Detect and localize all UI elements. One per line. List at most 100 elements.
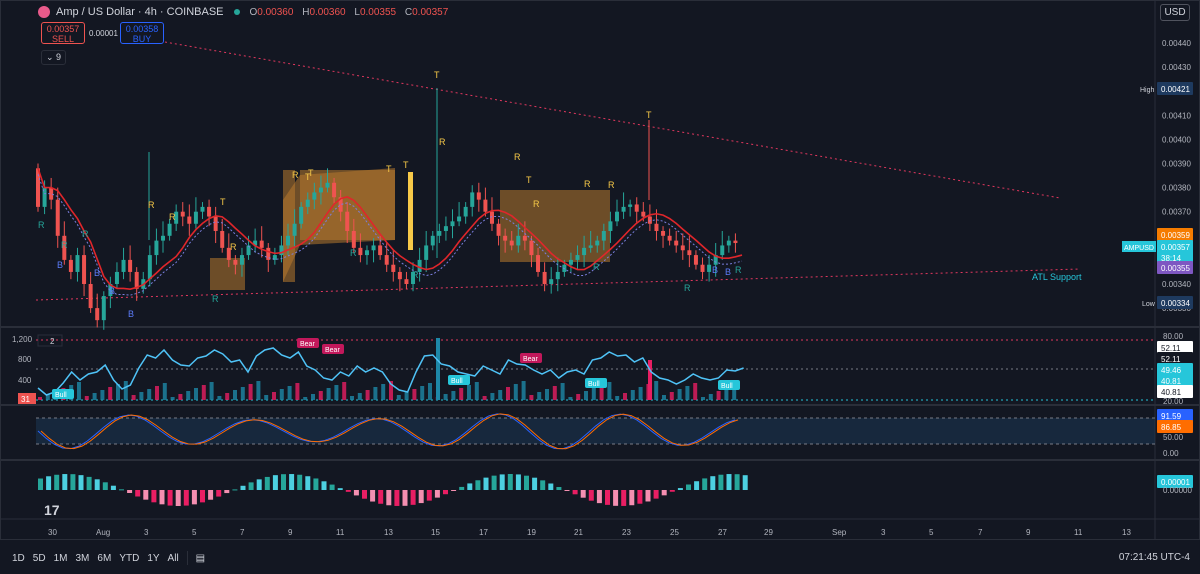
- ind1-tag: 52.11: [1161, 355, 1181, 364]
- time-tick-label: 29: [764, 528, 773, 537]
- volume-bar: [669, 392, 674, 400]
- volume-bar: [693, 383, 698, 400]
- time-tick-label: 5: [929, 528, 934, 537]
- macd-histogram-bar: [143, 490, 149, 500]
- ind1-tick: 1,200: [12, 335, 33, 344]
- macd-histogram-bar: [272, 475, 278, 490]
- volume-bar: [654, 381, 659, 400]
- tradingview-logo-icon: 17: [44, 502, 60, 518]
- buy-marker: B: [712, 265, 718, 275]
- timeframe-ytd[interactable]: YTD: [119, 553, 139, 564]
- candle-body: [364, 250, 369, 256]
- volume-bar: [373, 387, 378, 400]
- sell-button[interactable]: 0.00357 SELL: [41, 22, 85, 44]
- volume-bar: [474, 382, 479, 400]
- ind1-tick: 800: [18, 355, 32, 364]
- macd-histogram-bar: [313, 478, 319, 490]
- timeframe-1m[interactable]: 1M: [54, 553, 68, 564]
- candle-body: [450, 221, 455, 227]
- macd-histogram-bar: [297, 474, 303, 490]
- time-tick-label: 21: [574, 528, 583, 537]
- price-tick-label: 0.00390: [1162, 160, 1191, 169]
- candle-body: [634, 204, 639, 212]
- top-signal-marker: T: [646, 110, 652, 120]
- volume-bar: [716, 391, 721, 400]
- reversal-marker: R: [350, 248, 357, 258]
- macd-histogram-bar: [572, 490, 578, 495]
- macd-histogram-bar: [653, 490, 659, 499]
- candle-body: [286, 235, 291, 246]
- buy-marker: B: [128, 309, 134, 319]
- orange-price-tag: 0.00359: [1161, 231, 1190, 240]
- high-price-tag: 0.00421: [1161, 85, 1190, 94]
- macd-histogram-bar: [46, 476, 52, 490]
- candle-body: [463, 206, 468, 217]
- buy-button[interactable]: 0.00358 BUY: [120, 22, 164, 44]
- macd-histogram-bar: [443, 490, 448, 495]
- symbol-title[interactable]: Amp / US Dollar · 4h · COINBASE: [56, 6, 224, 18]
- timeframe-all[interactable]: All: [168, 553, 179, 564]
- reversal-marker: R: [412, 270, 419, 280]
- candle-body: [476, 192, 481, 200]
- price-tick-label: 0.00340: [1162, 280, 1191, 289]
- volume-bar: [591, 388, 596, 400]
- macd-histogram-bar: [378, 490, 384, 504]
- macd-histogram-bar: [718, 474, 724, 490]
- macd-histogram-bar: [637, 490, 643, 504]
- reversal-marker: R: [735, 265, 742, 275]
- top-signal-marker: T: [526, 175, 532, 185]
- macd-histogram-bar: [256, 479, 262, 490]
- ohlc-values: O0.00360 H0.00360 L0.00355 C0.00357: [250, 7, 455, 18]
- macd-histogram-bar: [183, 490, 189, 506]
- timeframe-1y[interactable]: 1Y: [147, 553, 159, 564]
- volume-bar: [568, 397, 573, 400]
- macd-histogram-bar: [232, 489, 238, 491]
- indicators-collapse-button[interactable]: ⌄ 9: [41, 50, 67, 65]
- candle-body: [154, 240, 159, 256]
- time-tick-label: 3: [144, 528, 149, 537]
- buy-marker: B: [725, 267, 731, 277]
- volume-bar: [615, 396, 620, 400]
- candle-body: [601, 230, 606, 241]
- macd-histogram-bar: [362, 490, 367, 499]
- volume-bar: [147, 389, 152, 400]
- purple-price-tag: 0.00355: [1161, 264, 1190, 273]
- resistance-marker: R: [169, 212, 176, 222]
- timeframe-5d[interactable]: 5D: [33, 553, 46, 564]
- volume-bar: [186, 391, 191, 400]
- top-signal-marker: T: [305, 172, 311, 182]
- macd-histogram-bar: [694, 481, 700, 490]
- volume-bar: [576, 394, 581, 400]
- bear-label: Bear: [523, 356, 538, 363]
- macd-histogram-bar: [200, 490, 205, 503]
- timeframe-3m[interactable]: 3M: [76, 553, 90, 564]
- volume-bar: [318, 391, 323, 400]
- volume-bar: [506, 387, 510, 400]
- candle-body: [128, 259, 133, 272]
- timeframe-6m[interactable]: 6M: [97, 553, 111, 564]
- volume-bar: [162, 383, 167, 400]
- macd-histogram-bar: [62, 474, 68, 490]
- time-tick-label: 11: [1074, 528, 1083, 537]
- candle-body: [707, 264, 712, 272]
- resistance-marker: R: [292, 170, 299, 180]
- current-price-tag: 0.00357: [1161, 243, 1190, 252]
- currency-select[interactable]: USD: [1160, 4, 1190, 21]
- date-range-icon[interactable]: ▤: [196, 553, 205, 564]
- time-tick-label: Aug: [96, 528, 110, 537]
- macd-histogram-bar: [588, 490, 594, 501]
- macd-histogram-bar: [191, 490, 197, 505]
- indicators-count: 9: [56, 52, 62, 62]
- candle-body: [299, 206, 304, 224]
- volume-bar: [623, 393, 627, 400]
- candle-body: [608, 221, 613, 231]
- macd-histogram-bar: [467, 483, 473, 490]
- volume-bar: [459, 388, 464, 400]
- volume-bar: [513, 384, 518, 400]
- volume-bar: [287, 386, 292, 400]
- candle-body: [312, 192, 317, 200]
- chart-canvas[interactable]: 0.004400.004300.004200.004100.004000.003…: [0, 0, 1200, 540]
- macd-histogram-bar: [629, 490, 635, 506]
- candle-body: [720, 245, 725, 256]
- timeframe-1d[interactable]: 1D: [12, 553, 25, 564]
